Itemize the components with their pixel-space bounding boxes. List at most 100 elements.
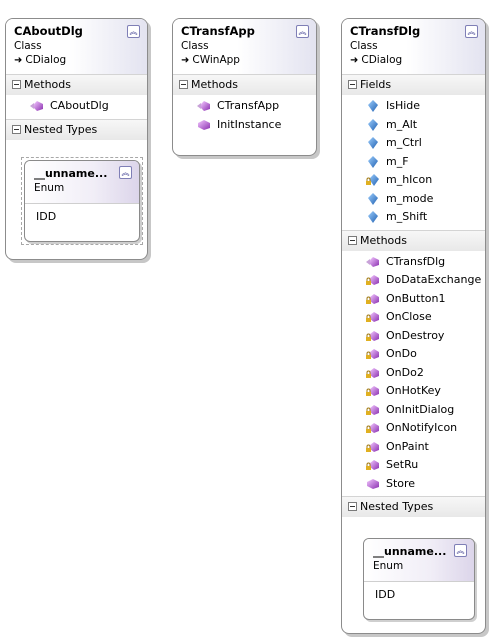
section-methods[interactable]: Methods — [342, 229, 485, 251]
collapse-icon[interactable]: ︽ — [119, 166, 132, 179]
enum-kind: Enum — [34, 182, 65, 194]
enum-value: IDD — [36, 210, 57, 223]
field-item[interactable]: IsHide — [342, 97, 485, 116]
method-item[interactable]: OnInitDialog — [342, 401, 485, 420]
base-class: ➜ CDialog — [350, 53, 479, 68]
protected-method-icon — [366, 293, 379, 304]
field-name: m_hIcon — [386, 173, 433, 186]
section-nested-types[interactable]: Nested Types — [6, 118, 147, 140]
collapse-icon[interactable]: ︽ — [296, 25, 309, 38]
class-box-caboutdlg[interactable]: CAboutDlg Class ➜ CDialog ︽ Methods CAbou… — [5, 18, 148, 260]
section-methods[interactable]: Methods — [6, 74, 147, 95]
nested-types-container: __unname... Enum ︽ IDD — [361, 536, 477, 622]
method-item[interactable]: OnPaint — [342, 438, 485, 457]
section-nested-types[interactable]: Nested Types — [342, 496, 485, 517]
protected-method-icon — [366, 386, 379, 396]
method-icon — [30, 101, 43, 111]
method-name: OnDestroy — [386, 328, 445, 342]
method-name: InitInstance — [217, 117, 282, 131]
enum-box[interactable]: __unname... Enum ︽ IDD — [24, 160, 140, 242]
class-box-ctransfdlg[interactable]: CTransfDlg Class ➜ CDialog ︽ Fields IsHid… — [341, 18, 486, 634]
method-name: OnClose — [386, 310, 432, 323]
method-item[interactable]: Store — [342, 475, 485, 494]
section-title: Fields — [360, 78, 392, 91]
method-name: CTransfDlg — [386, 254, 446, 268]
method-item[interactable]: CTransfApp — [173, 97, 316, 116]
class-kind: Class — [350, 40, 378, 52]
enum-header: __unname... Enum ︽ — [364, 539, 474, 582]
enum-kind: Enum — [373, 560, 404, 572]
collapse-icon[interactable]: ︽ — [454, 544, 467, 557]
enum-box[interactable]: __unname... Enum ︽ IDD — [363, 538, 475, 620]
method-name: Store — [386, 476, 416, 490]
method-name: OnButton1 — [386, 291, 446, 305]
collapse-section-icon[interactable] — [348, 235, 357, 245]
protected-method-icon — [366, 367, 379, 378]
method-name: OnPaint — [386, 439, 429, 453]
collapse-section-icon[interactable] — [12, 80, 21, 89]
method-item[interactable]: DoDataExchange — [342, 271, 485, 290]
class-box-ctransfapp[interactable]: CTransfApp Class ➜ CWinApp ︽ Methods CTra… — [172, 18, 317, 156]
protected-method-icon — [366, 441, 379, 452]
base-class-name: CDialog — [361, 54, 403, 66]
class-kind: Class — [14, 40, 42, 52]
method-item[interactable]: SetRu — [342, 456, 485, 475]
collapse-icon[interactable]: ︽ — [127, 25, 140, 38]
field-name: IsHide — [386, 99, 421, 112]
method-item[interactable]: CAboutDlg — [6, 97, 147, 116]
protected-method-icon — [366, 423, 379, 433]
field-icon — [368, 100, 378, 112]
field-icon — [368, 118, 378, 131]
field-item[interactable]: m_hIcon — [342, 171, 485, 190]
protected-field-icon — [366, 174, 379, 186]
method-item[interactable]: OnButton1 — [342, 290, 485, 309]
method-icon — [366, 256, 379, 267]
section-title: Methods — [24, 78, 71, 91]
method-name: DoDataExchange — [386, 273, 482, 286]
method-name: OnInitDialog — [386, 402, 455, 416]
field-item[interactable]: m_F — [342, 153, 485, 172]
method-name: SetRu — [386, 458, 419, 471]
collapse-section-icon[interactable] — [179, 80, 188, 89]
protected-method-icon — [366, 312, 379, 322]
method-item[interactable]: OnNotifyIcon — [342, 419, 485, 438]
field-icon — [368, 192, 378, 205]
field-item[interactable]: m_Shift — [342, 208, 485, 227]
field-item[interactable]: m_Ctrl — [342, 134, 485, 153]
protected-method-icon — [366, 404, 379, 415]
class-header: CAboutDlg Class ➜ CDialog ︽ — [6, 19, 147, 74]
method-icon — [197, 101, 210, 111]
section-methods[interactable]: Methods — [173, 74, 316, 95]
field-icon — [368, 137, 378, 149]
enum-header: __unname... Enum ︽ — [25, 161, 139, 204]
inheritance-arrow-icon: ➜ — [14, 55, 23, 66]
field-name: m_Shift — [386, 210, 428, 223]
method-item[interactable]: InitInstance — [173, 116, 316, 135]
protected-method-icon — [366, 349, 379, 359]
field-icon — [368, 211, 378, 223]
method-item[interactable]: OnDo — [342, 345, 485, 364]
field-name: m_F — [386, 154, 409, 168]
field-icon — [368, 155, 378, 168]
field-name: m_Alt — [386, 117, 418, 131]
field-item[interactable]: m_Alt — [342, 116, 485, 135]
collapse-section-icon[interactable] — [348, 80, 357, 89]
method-item[interactable]: OnDo2 — [342, 364, 485, 383]
collapse-section-icon[interactable] — [12, 124, 21, 134]
enum-value: IDD — [375, 588, 396, 601]
method-item[interactable]: CTransfDlg — [342, 253, 485, 272]
method-item[interactable]: OnHotKey — [342, 382, 485, 401]
method-item[interactable]: OnClose — [342, 308, 485, 327]
nested-types-container: __unname... Enum ︽ IDD — [21, 157, 143, 245]
collapse-section-icon[interactable] — [348, 502, 357, 511]
section-fields[interactable]: Fields — [342, 74, 485, 95]
section-title: Nested Types — [24, 122, 98, 136]
method-item[interactable]: OnDestroy — [342, 327, 485, 346]
collapse-icon[interactable]: ︽ — [465, 25, 478, 38]
method-name: CTransfApp — [217, 99, 280, 112]
method-icon — [367, 478, 379, 489]
inheritance-arrow-icon: ➜ — [350, 55, 359, 66]
protected-method-icon — [366, 330, 379, 341]
class-diagram: { "classes": { "about": { "name": "CAbou… — [0, 0, 497, 642]
field-item[interactable]: m_mode — [342, 190, 485, 209]
